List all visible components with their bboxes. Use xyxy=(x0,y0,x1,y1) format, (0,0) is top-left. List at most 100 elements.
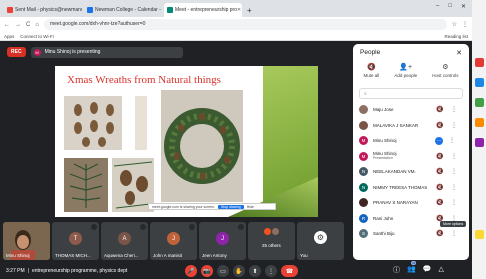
muted-mic-icon xyxy=(189,224,195,230)
minimize-button[interactable]: – xyxy=(436,3,439,10)
captions-button[interactable]: ▭ xyxy=(217,265,229,277)
participant-tile-name: You xyxy=(300,253,308,258)
muted-mic-icon[interactable]: 🔇 xyxy=(435,122,445,129)
stop-sharing-button[interactable]: Stop sharing xyxy=(218,204,244,209)
participant-row[interactable]: N NEELAKANDAN VM. 🔇 ⋮ xyxy=(359,164,465,180)
bookmark-star-icon[interactable]: ☆ xyxy=(452,21,457,28)
maximize-button[interactable]: □ xyxy=(448,3,452,10)
more-options-icon[interactable]: ⋮ xyxy=(449,137,455,144)
participant-name-text: NEELAKANDAN VM. xyxy=(373,169,416,175)
camera-toggle-button[interactable]: 📷 xyxy=(201,265,213,277)
participant-tile[interactable]: Minu Shinoj xyxy=(3,222,50,260)
browser-tab[interactable]: Sent Mail - physics@newmancolle✕ xyxy=(4,3,82,17)
presenter-avatar: M xyxy=(33,48,41,56)
participant-name: Maju Jose xyxy=(373,107,435,112)
back-icon[interactable]: ← xyxy=(4,22,10,28)
muted-mic-icon[interactable]: 🔇 xyxy=(435,153,445,160)
more-options-button[interactable]: ⋮ xyxy=(265,265,277,277)
participant-tile[interactable]: J John A manisit xyxy=(150,222,197,260)
participant-row[interactable]: PRANAV S NARAYAN 🔇 ⋮ xyxy=(359,195,465,211)
muted-mic-icon[interactable]: 🔇 xyxy=(435,199,445,206)
participant-row[interactable]: MALAVIKA J SANKAR 🔇 ⋮ xyxy=(359,118,465,134)
participant-tile[interactable]: ⚙ You xyxy=(297,222,344,260)
meeting-side-controls: ⓘ 👥 31 💬 △ xyxy=(393,261,444,275)
reading-list[interactable]: Reading list xyxy=(444,34,468,39)
reload-icon[interactable]: C xyxy=(26,22,30,28)
people-count-badge: 31 xyxy=(411,261,417,265)
participant-tile[interactable]: 25 others xyxy=(248,222,295,260)
mute-all-button[interactable]: 🔇 Mute all xyxy=(364,63,380,83)
participant-name-text: Minu Shinoj xyxy=(373,138,397,144)
participant-name-text: Rani John xyxy=(373,215,394,221)
muted-mic-icon[interactable]: 🔇 xyxy=(435,184,445,191)
close-panel-icon[interactable]: ✕ xyxy=(456,49,462,57)
participant-name: Santhi Biju xyxy=(373,231,435,236)
close-tab-icon[interactable]: ✕ xyxy=(237,7,241,13)
screen: Sent Mail - physics@newmancolle✕Newman C… xyxy=(0,0,486,279)
tab-label: Meet - entrepreneurship pro xyxy=(175,7,237,13)
desktop-app-icon[interactable] xyxy=(475,138,484,147)
participant-row[interactable]: Maju Jose 🔇 ⋮ xyxy=(359,102,465,118)
home-icon[interactable]: ⌂ xyxy=(35,22,39,28)
chat-icon[interactable]: 💬 xyxy=(423,265,432,275)
hide-button[interactable]: Hide xyxy=(247,205,254,209)
host-controls-button[interactable]: ⚙ Host controls xyxy=(432,63,458,83)
participant-tile[interactable]: T THOMAS MICH... xyxy=(52,222,99,260)
tab-bar: Sent Mail - physics@newmancolle✕Newman C… xyxy=(0,0,472,17)
participant-row[interactable]: M Minu Shinoj ⋯ ⋮ xyxy=(359,133,465,149)
meet-top-bar: REC M Minu Shinoj is presenting xyxy=(0,44,350,60)
participant-name-text: Santhi Biju xyxy=(373,231,395,237)
browser-tab[interactable]: Meet - entrepreneurship pro ✕ xyxy=(164,3,242,17)
more-options-icon[interactable]: ⋮ xyxy=(451,122,457,129)
speaking-icon[interactable]: ⋯ xyxy=(435,136,443,145)
activities-icon[interactable]: △ xyxy=(438,265,443,275)
participant-tile[interactable]: A Aquwena Cheri... xyxy=(101,222,148,260)
muted-mic-icon[interactable]: 🔇 xyxy=(435,230,445,237)
more-options-icon[interactable]: ⋮ xyxy=(451,230,457,237)
more-options-icon[interactable]: ⋮ xyxy=(451,199,457,206)
desktop-app-icon[interactable] xyxy=(475,118,484,127)
more-options-icon[interactable]: ⋮ xyxy=(451,106,457,113)
desktop-app-icon[interactable] xyxy=(475,98,484,107)
bookmark-apps[interactable]: Apps xyxy=(4,34,14,39)
muted-mic-icon[interactable]: 🔇 xyxy=(435,106,445,113)
people-icon[interactable]: 👥 31 xyxy=(407,261,417,275)
participant-row[interactable]: M Minu Shinoj Presentation 🔇 ⋮ xyxy=(359,149,465,165)
participant-row[interactable]: N NIMMY TREESA THOMAS 🔇 ⋮ xyxy=(359,180,465,196)
meeting-details-icon[interactable]: ⓘ xyxy=(393,265,400,275)
muted-mic-icon[interactable]: 🔇 xyxy=(435,168,445,175)
mic-toggle-button[interactable]: 🎤 xyxy=(185,265,197,277)
more-options-icon[interactable]: ⋮ xyxy=(451,153,457,160)
participant-avatar: S xyxy=(359,229,368,239)
participant-tile-name: John A manisit xyxy=(153,253,183,258)
people-glyph: 👥 xyxy=(407,266,416,273)
forward-icon[interactable]: → xyxy=(15,22,21,28)
more-options-icon[interactable]: ⋮ xyxy=(451,168,457,175)
new-tab-button[interactable]: + xyxy=(247,6,252,15)
bookmark-wifi[interactable]: Connect to Wi-Fi xyxy=(20,34,54,39)
participant-avatar xyxy=(359,198,368,208)
participant-tile[interactable]: J Jeen Antony xyxy=(199,222,246,260)
end-call-button[interactable]: ☎ xyxy=(281,265,298,277)
mute-icon: 🔇 xyxy=(367,64,376,71)
participant-name: Minu Shinoj xyxy=(373,138,435,143)
desktop-app-icon[interactable] xyxy=(475,78,484,87)
add-people-button[interactable]: 👤+ Add people xyxy=(394,63,417,83)
desktop-app-icon[interactable] xyxy=(475,58,484,67)
url-input[interactable]: meet.google.com/dxh-vhnr-tze?authuser=0 xyxy=(43,19,447,30)
participant-tiles: Minu Shinoj T THOMAS MICH... A Aquwena Cheri… xyxy=(0,222,350,262)
participant-sub: Presentation xyxy=(373,156,393,161)
present-button[interactable]: ⬆ xyxy=(249,265,261,277)
participant-avatar xyxy=(359,105,368,115)
more-options-icon[interactable]: ⋮ xyxy=(451,184,457,191)
desktop-app-icon[interactable] xyxy=(475,230,484,239)
presenting-banner: M Minu Shinoj is presenting xyxy=(30,46,183,58)
participant-avatar: T xyxy=(69,232,82,245)
browser-tab[interactable]: Newman College - Calendar - Sat✕ xyxy=(84,3,162,17)
participant-row[interactable]: S Santhi Biju 🔇 ⋮ xyxy=(359,226,465,242)
people-search-input[interactable]: ⌕ xyxy=(359,88,463,99)
raise-hand-button[interactable]: ✋ xyxy=(233,265,245,277)
you-avatar-icon: ⚙ xyxy=(314,231,327,244)
browser-menu-icon[interactable]: ⋮ xyxy=(462,21,468,28)
close-window-button[interactable]: ✕ xyxy=(461,3,466,10)
